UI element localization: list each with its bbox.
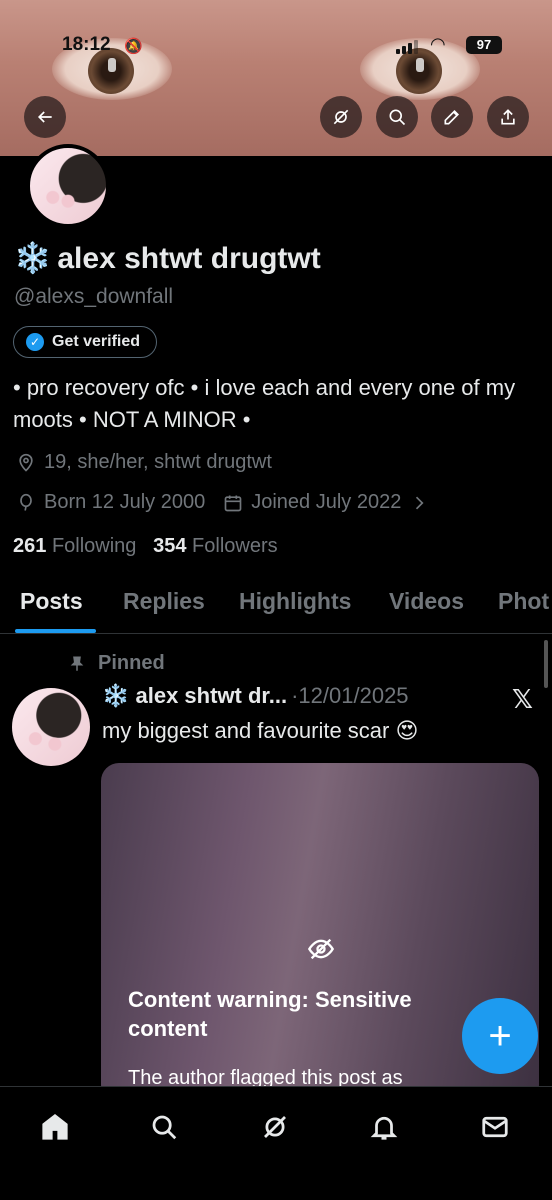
grok-button[interactable]: [320, 96, 362, 138]
bottom-nav: [0, 1086, 552, 1200]
location-text: 19, she/her, shtwt drugtwt: [44, 451, 272, 473]
eye-off-icon: [307, 938, 335, 960]
back-arrow-icon: [37, 111, 52, 123]
verified-badge-icon: ✓: [26, 333, 44, 351]
post-date: ·12/01/2025: [291, 683, 409, 708]
profile-bio: • pro recovery ofc • i love each and eve…: [13, 375, 516, 432]
nav-home[interactable]: [33, 1105, 77, 1149]
nav-search[interactable]: [142, 1105, 186, 1149]
home-icon: [42, 1114, 68, 1140]
pin-icon: [70, 656, 84, 671]
status-bar: 18:12 🔕 ◠ 97: [0, 0, 552, 80]
pinned-text: Pinned: [98, 652, 165, 674]
display-name: ❄️ alex shtwt drugtwt: [14, 241, 321, 276]
profile-location: 19, she/her, shtwt drugtwt: [16, 451, 272, 474]
tab-photos[interactable]: Phot: [498, 588, 549, 615]
scrollbar[interactable]: [544, 640, 548, 688]
profile-tabs: Posts Replies Highlights Videos Phot: [0, 574, 552, 634]
tab-highlights[interactable]: Highlights: [239, 588, 351, 615]
search-icon: [389, 109, 406, 126]
post-header: ❄️ alex shtwt dr... ·12/01/2025: [102, 683, 409, 709]
following-link[interactable]: 261 Following: [13, 535, 136, 557]
back-button[interactable]: [24, 96, 66, 138]
tab-videos[interactable]: Videos: [389, 588, 464, 615]
content-warning-title: Content warning: Sensitive content: [128, 987, 412, 1041]
edit-icon: [444, 109, 460, 125]
mail-icon: [482, 1116, 508, 1138]
profile-avatar[interactable]: [26, 144, 110, 228]
profile-handle: @alexs_downfall: [14, 285, 174, 308]
post-author[interactable]: ❄️ alex shtwt dr...: [102, 683, 287, 709]
tab-posts[interactable]: Posts: [20, 588, 83, 615]
chevron-right-icon[interactable]: [409, 493, 429, 513]
post-avatar[interactable]: [12, 688, 90, 766]
bell-icon: [370, 1116, 398, 1140]
nav-messages[interactable]: [473, 1105, 517, 1149]
share-icon: [501, 109, 515, 125]
following-label: Following: [51, 535, 137, 557]
nav-grok[interactable]: [253, 1105, 297, 1149]
balloon-icon: [20, 493, 32, 511]
share-button[interactable]: [487, 96, 529, 138]
plus-icon: +: [488, 1013, 512, 1058]
active-tab-indicator: [15, 629, 96, 633]
nav-notifications[interactable]: [362, 1105, 406, 1149]
status-time: 18:12: [62, 34, 111, 55]
display-name-text: alex shtwt drugtwt: [57, 242, 321, 275]
following-count: 261: [13, 535, 47, 557]
follow-stats: 261 Following 354 Followers: [13, 535, 278, 558]
born-text: Born 12 July 2000: [44, 491, 206, 513]
joined-text: Joined July 2022: [251, 491, 402, 513]
profile-dates: Born 12 July 2000 Joined July 2022: [16, 491, 429, 514]
calendar-icon: [224, 495, 242, 511]
grok-icon: [264, 1116, 286, 1138]
pinned-label: Pinned: [68, 652, 165, 675]
search-icon: [152, 1115, 177, 1140]
followers-link[interactable]: 354 Followers: [153, 535, 278, 557]
wifi-icon: ◠: [430, 34, 446, 54]
get-verified-label: Get verified: [52, 333, 141, 350]
tab-replies[interactable]: Replies: [123, 588, 205, 615]
silent-bell-icon: 🔕: [124, 38, 143, 55]
followers-label: Followers: [192, 535, 278, 557]
signal-icon: [396, 40, 418, 54]
grok-icon: [333, 109, 349, 125]
followers-count: 354: [153, 535, 187, 557]
snowflake-emoji: ❄️: [14, 242, 52, 275]
x-logo-icon: 𝕏: [512, 684, 533, 714]
get-verified-button[interactable]: ✓ Get verified: [13, 326, 158, 358]
location-icon: [19, 453, 33, 472]
search-button[interactable]: [376, 96, 418, 138]
compose-button[interactable]: +: [462, 998, 538, 1074]
edit-button[interactable]: [431, 96, 473, 138]
battery-indicator: 97: [466, 36, 502, 54]
post-text: my biggest and favourite scar 😍: [102, 718, 419, 743]
